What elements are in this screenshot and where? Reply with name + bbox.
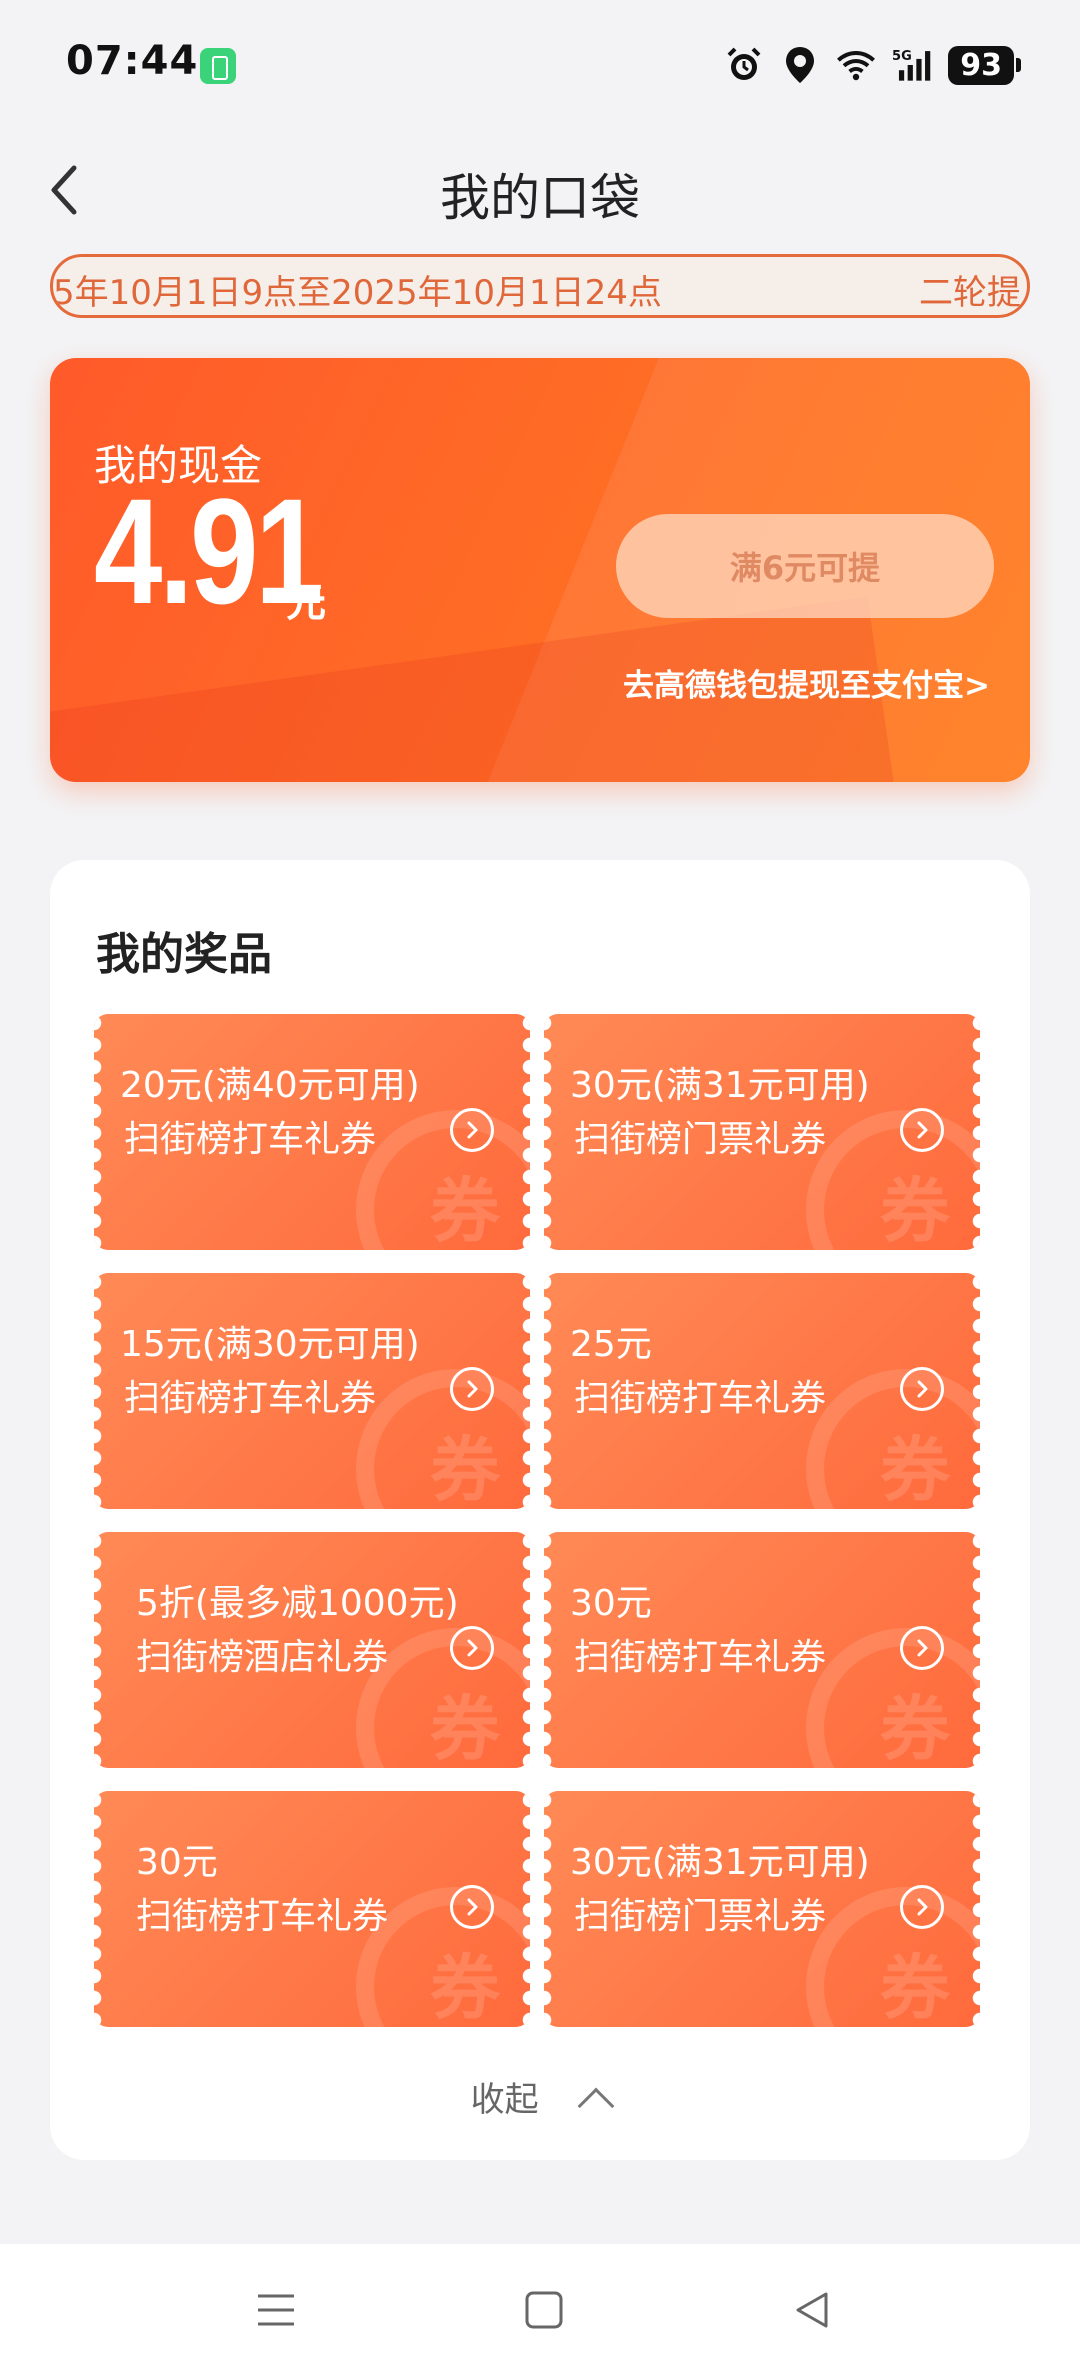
triangle-back-icon <box>796 2292 828 2328</box>
coupon-card[interactable]: 券 30元(满31元可用) 扫街榜门票礼券 <box>544 1791 980 2027</box>
coupon-title: 5折(最多减1000元) <box>136 1583 459 1624</box>
chevron-up-icon <box>578 2087 615 2125</box>
coupon-title: 15元(满30元可用) <box>120 1324 420 1365</box>
coupon-subtitle: 扫街榜酒店礼券 <box>136 1637 389 1678</box>
menu-button[interactable] <box>246 2280 306 2340</box>
home-button[interactable] <box>514 2280 574 2340</box>
coupon-watermark-text: 券 <box>430 1429 500 1509</box>
coupon-card[interactable]: 券 5折(最多减1000元) 扫街榜酒店礼券 <box>94 1532 530 1768</box>
cash-unit: 元 <box>286 580 326 626</box>
status-bar: 07:44 5G 93 <box>0 0 1080 130</box>
location-icon <box>780 45 820 85</box>
coupon-title: 30元 <box>570 1583 652 1624</box>
coupon-card[interactable]: 券 20元(满40元可用) 扫街榜打车礼券 <box>94 1014 530 1250</box>
chevron-right-circle-icon[interactable] <box>900 1626 944 1670</box>
svg-text:5G: 5G <box>892 49 912 64</box>
coupon-card[interactable]: 券 15元(满30元可用) 扫街榜打车礼券 <box>94 1273 530 1509</box>
chevron-right-circle-icon[interactable] <box>450 1108 494 1152</box>
system-back-button[interactable] <box>782 2280 842 2340</box>
coupon-title: 25元 <box>570 1324 652 1365</box>
coupon-watermark-text: 券 <box>880 1429 950 1509</box>
notice-text: 5年10月1日9点至2025年10月1日24点 <box>53 273 662 313</box>
coupon-watermark-text: 券 <box>430 1170 500 1250</box>
coupon-watermark-text: 券 <box>880 1947 950 2027</box>
coupon-watermark-text: 券 <box>430 1947 500 2027</box>
coupon-subtitle: 扫街榜打车礼券 <box>124 1119 377 1160</box>
coupon-subtitle: 扫街榜打车礼券 <box>136 1896 389 1937</box>
status-time: 07:44 <box>66 38 199 84</box>
coupon-subtitle: 扫街榜门票礼券 <box>574 1119 827 1160</box>
chevron-right-circle-icon[interactable] <box>900 1108 944 1152</box>
chevron-right-circle-icon[interactable] <box>900 1367 944 1411</box>
system-nav-bar <box>0 2244 1080 2376</box>
coupon-watermark-text: 券 <box>880 1170 950 1250</box>
page-title: 我的口袋 <box>440 169 640 227</box>
charging-indicator-icon <box>200 48 236 84</box>
coupon-card[interactable]: 券 30元 扫街榜打车礼券 <box>94 1791 530 2027</box>
battery-level: 93 <box>948 45 1021 85</box>
prizes-panel: 我的奖品 券 20元(满40元可用) 扫街榜打车礼券 券 30元(满31元可用)… <box>50 860 1030 2160</box>
chevron-right-circle-icon[interactable] <box>450 1626 494 1670</box>
coupon-watermark-text: 券 <box>430 1688 500 1768</box>
withdraw-button[interactable]: 满6元可提 <box>616 514 994 618</box>
coupon-title: 30元(满31元可用) <box>570 1842 870 1883</box>
coupon-card[interactable]: 券 30元 扫街榜打车礼券 <box>544 1532 980 1768</box>
collapse-button[interactable]: 收起 <box>50 2072 1030 2125</box>
nav-bar: 我的口袋 <box>0 140 1080 240</box>
prizes-title: 我的奖品 <box>96 929 272 980</box>
coupon-title: 30元 <box>136 1842 218 1883</box>
coupon-subtitle: 扫街榜打车礼券 <box>124 1378 377 1419</box>
menu-icon <box>258 2294 294 2326</box>
alarm-icon <box>724 45 764 85</box>
notice-marquee[interactable]: 5年10月1日9点至2025年10月1日24点 二轮提 <box>50 254 1030 318</box>
coupon-subtitle: 扫街榜门票礼券 <box>574 1896 827 1937</box>
status-icons: 5G 93 <box>724 40 1021 90</box>
chevron-right-circle-icon[interactable] <box>450 1367 494 1411</box>
coupon-card[interactable]: 券 30元(满31元可用) 扫街榜门票礼券 <box>544 1014 980 1250</box>
coupon-title: 20元(满40元可用) <box>120 1065 420 1106</box>
chevron-right-circle-icon[interactable] <box>900 1885 944 1929</box>
signal-5g-icon: 5G <box>892 45 932 85</box>
coupon-card[interactable]: 券 25元 扫街榜打车礼券 <box>544 1273 980 1509</box>
coupon-subtitle: 扫街榜打车礼券 <box>574 1378 827 1419</box>
coupon-title: 30元(满31元可用) <box>570 1065 870 1106</box>
wallet-withdraw-link[interactable]: 去高德钱包提现至支付宝> <box>623 660 990 705</box>
collapse-label: 收起 <box>470 2080 539 2120</box>
home-square-icon <box>525 2291 563 2329</box>
wifi-icon <box>836 45 876 85</box>
notice-tail-text: 二轮提 <box>909 265 1021 314</box>
cash-card: 我的现金 4.91 元 满6元可提 去高德钱包提现至支付宝> <box>50 358 1030 782</box>
coupon-watermark-text: 券 <box>880 1688 950 1768</box>
coupon-subtitle: 扫街榜打车礼券 <box>574 1637 827 1678</box>
chevron-right-circle-icon[interactable] <box>450 1885 494 1929</box>
